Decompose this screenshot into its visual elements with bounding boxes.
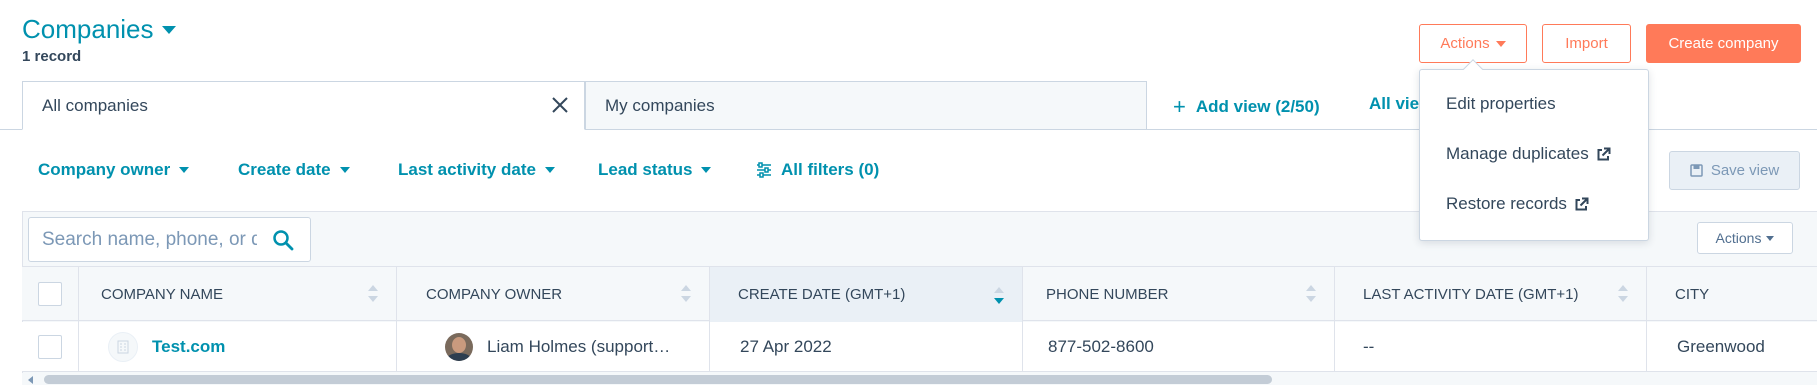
menu-item-edit-properties[interactable]: Edit properties xyxy=(1446,94,1556,114)
column-header-label: LAST ACTIVITY DATE (GMT+1) xyxy=(1363,286,1579,303)
tab-my-companies[interactable]: My companies xyxy=(585,81,1147,130)
cell-phone-number: 877-502-8600 xyxy=(1023,322,1335,372)
all-filters-label: All filters (0) xyxy=(781,160,880,179)
company-owner-value: Liam Holmes (support… xyxy=(487,337,671,356)
add-view-label: Add view (2/50) xyxy=(1195,97,1320,116)
import-button[interactable]: Import xyxy=(1542,24,1631,63)
plus-icon: + xyxy=(1173,94,1186,119)
company-logo-icon xyxy=(108,332,138,362)
search-field[interactable] xyxy=(28,217,311,262)
tab-label: My companies xyxy=(605,95,715,115)
filter-label: Last activity date xyxy=(398,160,536,179)
create-company-button[interactable]: Create company xyxy=(1646,24,1801,63)
column-header-phone-number[interactable]: PHONE NUMBER xyxy=(1023,267,1335,322)
select-all-checkbox[interactable] xyxy=(38,282,62,306)
phone-number-value: 877-502-8600 xyxy=(1048,337,1154,356)
column-header-company-name[interactable]: COMPANY NAME xyxy=(79,267,397,322)
external-link-icon xyxy=(1597,147,1611,160)
column-header-label: CITY xyxy=(1675,286,1710,303)
avatar xyxy=(445,333,473,361)
create-date-value: 27 Apr 2022 xyxy=(740,337,832,356)
table-row[interactable]: Test.com Liam Holmes (support… 27 Apr 20… xyxy=(22,322,1817,372)
column-header-create-date[interactable]: CREATE DATE (GMT+1) xyxy=(710,267,1023,322)
actions-dropdown-menu: Edit properties Manage duplicates Restor… xyxy=(1419,69,1649,241)
caret-down-icon xyxy=(701,167,712,173)
menu-item-label: Restore records xyxy=(1446,194,1567,213)
column-header-last-activity-date[interactable]: LAST ACTIVITY DATE (GMT+1) xyxy=(1335,267,1647,322)
select-all-cell xyxy=(22,267,79,322)
save-view-label: Save view xyxy=(1710,162,1780,179)
sort-icon[interactable] xyxy=(1306,285,1316,305)
search-icon[interactable] xyxy=(272,229,294,251)
cell-create-date: 27 Apr 2022 xyxy=(710,322,1023,372)
sliders-icon xyxy=(757,162,771,178)
add-view-button[interactable]: + Add view (2/50) xyxy=(1173,94,1320,120)
caret-down-icon xyxy=(544,167,555,173)
tab-all-companies[interactable]: All companies xyxy=(22,81,585,130)
actions-button-label: Actions xyxy=(1440,35,1490,52)
city-value: Greenwood xyxy=(1677,337,1765,356)
caret-down-icon xyxy=(1766,235,1775,241)
filter-company-owner[interactable]: Company owner xyxy=(38,160,190,180)
last-activity-date-value: -- xyxy=(1363,337,1375,356)
filter-create-date[interactable]: Create date xyxy=(238,160,350,180)
filter-last-activity-date[interactable]: Last activity date xyxy=(398,160,555,180)
all-filters-button[interactable]: All filters (0) xyxy=(756,160,879,180)
menu-item-restore-records[interactable]: Restore records xyxy=(1446,194,1589,214)
column-header-city[interactable]: CITY xyxy=(1647,267,1817,322)
scroll-left-arrow-icon[interactable] xyxy=(28,376,33,384)
caret-down-icon xyxy=(339,167,350,173)
table-actions-label: Actions xyxy=(1715,230,1762,246)
tab-label: All companies xyxy=(42,95,148,115)
all-views-link[interactable]: All views xyxy=(1369,94,1419,114)
column-header-label: COMPANY NAME xyxy=(101,286,223,303)
menu-item-label: Manage duplicates xyxy=(1446,144,1589,163)
caret-down-icon xyxy=(1495,40,1506,47)
search-input[interactable] xyxy=(42,228,257,251)
sort-icon[interactable] xyxy=(1618,285,1628,305)
table-header-row: COMPANY NAME COMPANY OWNER CREATE DATE (… xyxy=(22,266,1817,322)
title-dropdown-caret-icon[interactable] xyxy=(162,26,176,34)
save-view-button[interactable]: Save view xyxy=(1669,151,1800,190)
horizontal-scrollbar[interactable] xyxy=(22,373,1817,385)
actions-button[interactable]: Actions xyxy=(1419,24,1527,63)
company-name-link[interactable]: Test.com xyxy=(152,337,225,357)
caret-down-icon xyxy=(179,167,190,173)
cell-last-activity-date: -- xyxy=(1335,322,1647,372)
column-header-label: PHONE NUMBER xyxy=(1046,286,1169,303)
external-link-icon xyxy=(1575,197,1589,210)
filter-label: Lead status xyxy=(598,160,693,179)
menu-item-label: Edit properties xyxy=(1446,94,1556,113)
filter-label: Company owner xyxy=(38,160,171,179)
column-header-company-owner[interactable]: COMPANY OWNER xyxy=(397,267,710,322)
menu-item-manage-duplicates[interactable]: Manage duplicates xyxy=(1446,144,1611,164)
cell-company-name: Test.com xyxy=(79,322,397,372)
cell-company-owner: Liam Holmes (support… xyxy=(397,322,710,372)
column-header-label: COMPANY OWNER xyxy=(426,286,563,303)
sort-descending-icon[interactable] xyxy=(994,285,1004,305)
sort-icon[interactable] xyxy=(681,285,691,305)
save-icon xyxy=(1690,164,1703,177)
sort-icon[interactable] xyxy=(368,285,378,305)
cell-city: Greenwood xyxy=(1647,322,1817,372)
row-checkbox[interactable] xyxy=(38,335,62,359)
filter-lead-status[interactable]: Lead status xyxy=(598,160,712,180)
column-header-label: CREATE DATE (GMT+1) xyxy=(738,286,906,303)
page-title[interactable]: Companies xyxy=(22,14,154,45)
table-actions-button[interactable]: Actions xyxy=(1697,222,1793,254)
scrollbar-thumb[interactable] xyxy=(44,375,1272,384)
record-count: 1 record xyxy=(22,48,82,65)
close-icon[interactable] xyxy=(550,95,570,115)
row-select-cell xyxy=(22,322,79,372)
filter-label: Create date xyxy=(238,160,331,179)
